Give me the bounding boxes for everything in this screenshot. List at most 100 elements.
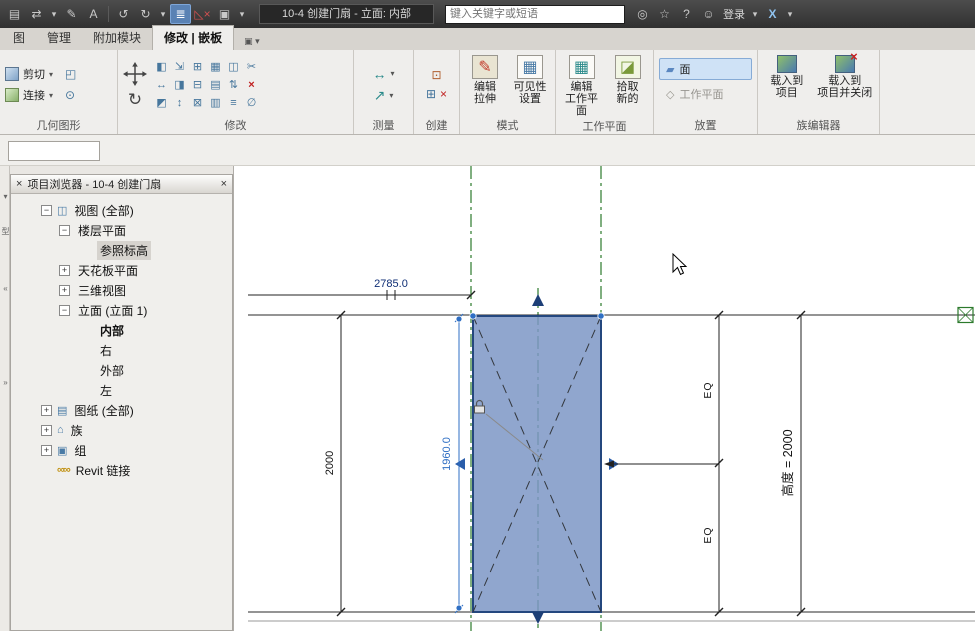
close-icon[interactable]: × bbox=[16, 179, 22, 190]
tree-item-3dviews[interactable]: + 三维视图 bbox=[11, 280, 232, 300]
sync-icon[interactable]: ⇄ bbox=[26, 4, 47, 24]
expand-icon[interactable]: + bbox=[41, 425, 52, 436]
paint-icon[interactable]: ◩ bbox=[153, 94, 170, 111]
collapse-icon[interactable]: − bbox=[59, 305, 70, 316]
match-icon[interactable]: ↕ bbox=[171, 94, 188, 111]
move-icon[interactable] bbox=[123, 62, 147, 89]
dimension-eq[interactable]: EQ EQ bbox=[604, 311, 723, 616]
wall-joins-icon[interactable]: ▥ bbox=[207, 94, 224, 111]
linework-icon[interactable]: ≡ bbox=[225, 94, 242, 111]
tab-modify-panel[interactable]: 修改 | 嵌板 bbox=[152, 25, 234, 50]
aligned-dimension-button[interactable]: ↔ ▾ bbox=[372, 66, 394, 82]
group-icon[interactable]: ▤ bbox=[207, 76, 224, 93]
user-avatar-icon[interactable]: ☺ bbox=[698, 4, 719, 24]
tab-manage[interactable]: 管理 bbox=[36, 26, 82, 50]
scale-icon[interactable]: ⇅ bbox=[225, 76, 242, 93]
split-icon[interactable]: ◨ bbox=[171, 76, 188, 93]
exchange-apps-icon[interactable]: X bbox=[762, 4, 783, 24]
corner-grip[interactable] bbox=[470, 313, 476, 319]
undo-icon[interactable]: ↺ bbox=[113, 4, 134, 24]
text-tool-icon[interactable]: A bbox=[83, 4, 104, 24]
edit-extrusion-button[interactable]: ✎ 编辑拉伸 bbox=[465, 55, 505, 105]
tree-item-floorplans[interactable]: − 楼层平面 bbox=[11, 220, 232, 240]
expand-icon[interactable]: + bbox=[59, 285, 70, 296]
tree-item-right[interactable]: 右 bbox=[11, 340, 232, 360]
measure-button[interactable]: ↗ ▾ bbox=[374, 87, 394, 104]
collapse-left-icon[interactable]: « bbox=[1, 284, 10, 293]
chevron-down-icon[interactable]: ▾ bbox=[48, 4, 60, 24]
collapse-icon[interactable]: − bbox=[41, 205, 52, 216]
mirror-icon[interactable]: ▦ bbox=[207, 58, 224, 75]
expand-right-icon[interactable]: » bbox=[1, 378, 10, 387]
binoculars-icon[interactable]: ◎ bbox=[632, 4, 653, 24]
expand-icon[interactable]: + bbox=[41, 445, 52, 456]
close-icon[interactable]: × bbox=[221, 179, 227, 190]
corner-grip[interactable] bbox=[598, 313, 604, 319]
rotate-small-icon[interactable]: ↔ bbox=[153, 76, 170, 93]
drag-handle-down[interactable] bbox=[532, 612, 544, 624]
chevron-down-icon[interactable]: ▾ bbox=[1, 192, 10, 201]
drawing-canvas[interactable]: 2785.0 2000 1960.0 bbox=[233, 166, 975, 631]
join-icon[interactable]: ⊠ bbox=[189, 94, 206, 111]
chevron-down-icon[interactable]: ▾ bbox=[749, 4, 761, 24]
tree-item-views[interactable]: − ◫ 视图 (全部) bbox=[11, 200, 232, 220]
place-on-workplane-option[interactable]: ◇ 工作平面 bbox=[659, 83, 752, 105]
drag-handle-left[interactable] bbox=[455, 458, 465, 470]
tree-item-exterior[interactable]: 外部 bbox=[11, 360, 232, 380]
cube-icon[interactable]: ◰ bbox=[65, 67, 76, 81]
door-panel-extrusion[interactable] bbox=[473, 316, 601, 612]
tab-view[interactable]: 图 bbox=[2, 26, 36, 50]
cope-icon[interactable]: ◫ bbox=[225, 58, 242, 75]
cut-geometry-button[interactable]: 剪切 ▾ ◰ bbox=[5, 66, 76, 82]
active-tool-icon[interactable]: ≣ bbox=[170, 4, 191, 24]
help-icon[interactable]: ? bbox=[676, 4, 697, 24]
component-button[interactable]: ⊞× bbox=[426, 87, 447, 101]
load-into-project-close-button[interactable]: 载入到项目并关闭 bbox=[816, 55, 874, 99]
tree-item-interior[interactable]: 内部 bbox=[11, 320, 232, 340]
collapse-icon[interactable]: − bbox=[59, 225, 70, 236]
array-icon[interactable]: ⊞ bbox=[189, 58, 206, 75]
collapsed-properties-strip[interactable]: ▾ 型 « » bbox=[0, 166, 10, 631]
pick-new-workplane-button[interactable]: ◪ 拾取新的 bbox=[607, 55, 648, 105]
tab-addins[interactable]: 附加模块 bbox=[82, 26, 152, 50]
tree-item-ref-level[interactable]: 参照标高 bbox=[11, 240, 232, 260]
chevron-down-icon[interactable]: ▾ bbox=[236, 4, 248, 24]
tree-item-elevations[interactable]: − 立面 (立面 1) bbox=[11, 300, 232, 320]
demolish-icon[interactable]: ∅ bbox=[243, 94, 260, 111]
expand-icon[interactable]: + bbox=[41, 405, 52, 416]
pin-icon[interactable]: ⊟ bbox=[189, 76, 206, 93]
tree-item-revit-links[interactable]: ∞∞ Revit 链接 bbox=[11, 460, 232, 480]
search-input[interactable] bbox=[445, 5, 625, 24]
tree-item-sheets[interactable]: + ▤ 图纸 (全部) bbox=[11, 400, 232, 420]
link-icon[interactable]: ⊙ bbox=[65, 88, 75, 102]
favorites-star-icon[interactable]: ☆ bbox=[654, 4, 675, 24]
instance-button[interactable]: ⊡ bbox=[431, 68, 441, 82]
edit-workplane-button[interactable]: ▦ 编辑工作平面 bbox=[561, 55, 602, 117]
dimension-top[interactable]: 2785.0 bbox=[248, 278, 475, 300]
load-into-project-button[interactable]: 载入到项目 bbox=[763, 55, 811, 99]
expand-icon[interactable]: + bbox=[59, 265, 70, 276]
visibility-settings-button[interactable]: ▦ 可见性设置 bbox=[510, 55, 550, 105]
measure-delete-icon[interactable]: ◺× bbox=[192, 4, 213, 24]
rotate-icon[interactable]: ↻ bbox=[128, 92, 142, 108]
tree-item-left[interactable]: 左 bbox=[11, 380, 232, 400]
place-on-face-option[interactable]: ▰ 面 bbox=[659, 58, 752, 80]
drag-handle-up[interactable] bbox=[532, 294, 544, 306]
trim-icon[interactable]: ✂ bbox=[243, 58, 260, 75]
tree-item-families[interactable]: + ⌂ 族 bbox=[11, 420, 232, 440]
delete-icon[interactable]: × bbox=[243, 76, 260, 93]
pen-icon[interactable]: ✎ bbox=[61, 4, 82, 24]
type-selector-box[interactable] bbox=[8, 141, 100, 161]
file-menu-icon[interactable]: ▤ bbox=[4, 4, 25, 24]
ribbon-toggle-icon[interactable]: ▣ ▾ bbox=[240, 33, 264, 50]
align-icon[interactable]: ◧ bbox=[153, 58, 170, 75]
login-button[interactable]: 登录 bbox=[720, 6, 748, 22]
chevron-down-icon[interactable]: ▾ bbox=[157, 4, 169, 24]
tree-item-groups[interactable]: + ▣ 组 bbox=[11, 440, 232, 460]
redo-icon[interactable]: ↻ bbox=[135, 4, 156, 24]
join-geometry-button[interactable]: 连接 ▾ ⊙ bbox=[5, 87, 75, 103]
tree-item-ceilingplans[interactable]: + 天花板平面 bbox=[11, 260, 232, 280]
tag-icon[interactable]: ▣ bbox=[214, 4, 235, 24]
chevron-down-icon[interactable]: ▾ bbox=[784, 4, 796, 24]
project-browser-header[interactable]: × 项目浏览器 - 10-4 创建门扇 × bbox=[11, 175, 232, 194]
